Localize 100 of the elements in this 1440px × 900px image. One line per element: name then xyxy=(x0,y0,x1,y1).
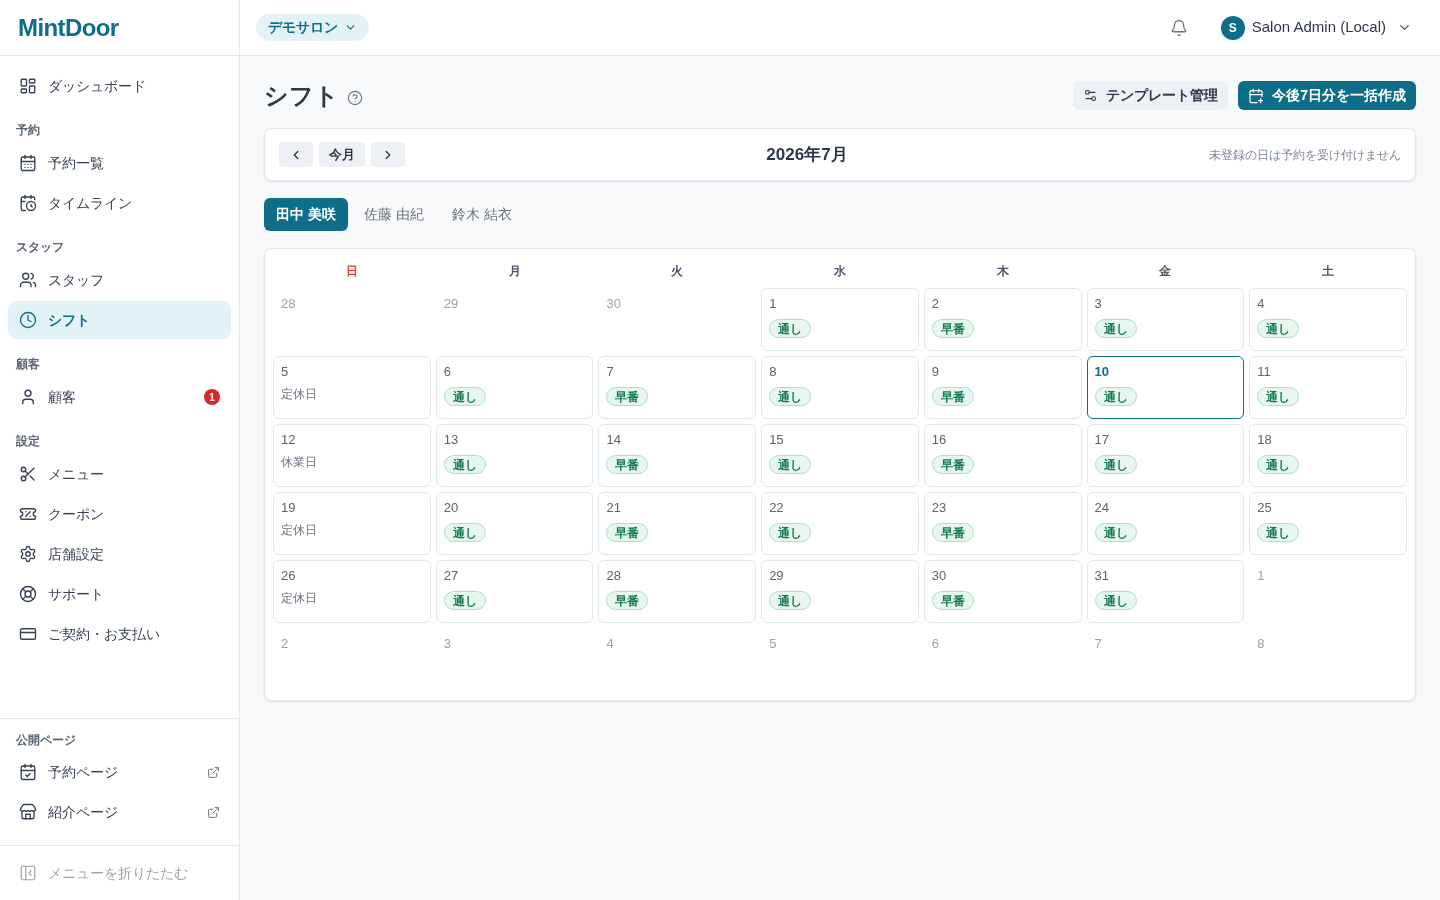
staff-tab[interactable]: 佐藤 由紀 xyxy=(351,198,436,231)
day-cell[interactable]: 7 早番 xyxy=(598,356,757,419)
day-cell[interactable]: 15 通し xyxy=(761,424,919,487)
month-title: 2026年7月 xyxy=(766,143,848,166)
day-number: 7 xyxy=(1094,636,1102,652)
day-cell[interactable]: 2 早番 xyxy=(923,288,1082,351)
day-cell[interactable]: 4 通し xyxy=(1249,288,1407,351)
day-cell[interactable]: 31 通し xyxy=(1086,560,1245,623)
nav-item[interactable]: シフト xyxy=(8,301,231,339)
panel-left-icon xyxy=(19,864,37,882)
shift-tag: 早番 xyxy=(931,319,974,338)
day-cell[interactable]: 1 通し xyxy=(761,288,919,351)
day-number: 28 xyxy=(281,296,296,312)
day-number: 29 xyxy=(769,568,784,584)
day-cell[interactable]: 19 定休日 xyxy=(273,492,431,555)
day-cell[interactable]: 18 通し xyxy=(1249,424,1407,487)
day-number: 1 xyxy=(1257,568,1265,584)
day-number: 4 xyxy=(1257,296,1265,312)
day-number: 14 xyxy=(606,432,621,448)
day-cell[interactable]: 25 通し xyxy=(1249,492,1407,555)
nav-item[interactable]: タイムライン xyxy=(8,184,231,222)
weekday-label: 日 xyxy=(344,263,359,280)
shift-tag: 通し xyxy=(1094,387,1137,406)
shift-tag: 通し xyxy=(443,387,486,406)
day-cell[interactable]: 10 通し xyxy=(1086,356,1245,419)
day-cell[interactable]: 13 通し xyxy=(435,424,594,487)
day-number: 24 xyxy=(1094,500,1110,516)
nav-item[interactable]: 予約一覧 xyxy=(8,144,231,182)
salon-selector[interactable]: デモサロン xyxy=(256,14,369,41)
day-cell[interactable]: 24 通し xyxy=(1086,492,1245,555)
nav-item[interactable]: ご契約・お支払い xyxy=(8,615,231,653)
day-cell[interactable]: 29 通し xyxy=(761,560,919,623)
nav-link[interactable]: 予約ページ xyxy=(8,753,231,791)
shift-tag: 通し xyxy=(1094,523,1137,542)
day-cell[interactable]: 22 通し xyxy=(761,492,919,555)
users-icon xyxy=(19,271,37,289)
nav-item[interactable]: スタッフ xyxy=(8,261,231,299)
shift-tag: 早番 xyxy=(931,591,974,610)
shift-tag: 早番 xyxy=(931,455,974,474)
help-icon[interactable] xyxy=(347,89,363,106)
day-cell[interactable]: 11 通し xyxy=(1249,356,1407,419)
day-number: 29 xyxy=(443,296,459,312)
staff-tab[interactable]: 田中 美咲 xyxy=(264,198,348,231)
bulk-create-button[interactable]: 今後7日分を一括作成 xyxy=(1238,81,1416,110)
shift-tag: 通し xyxy=(1257,455,1300,474)
nav-item[interactable]: 顧客 1 xyxy=(8,378,231,416)
day-cell[interactable]: 27 通し xyxy=(435,560,594,623)
day-number: 30 xyxy=(931,568,947,584)
day-cell[interactable]: 6 通し xyxy=(435,356,594,419)
app-logo[interactable]: MintDoor xyxy=(18,15,119,40)
day-cell[interactable]: 8 通し xyxy=(761,356,919,419)
nav-item[interactable]: クーポン xyxy=(8,495,231,533)
nav-item[interactable]: ダッシュボード xyxy=(8,67,231,105)
day-cell[interactable]: 28 早番 xyxy=(598,560,757,623)
nav-item[interactable]: サポート xyxy=(8,575,231,613)
shift-tag: 早番 xyxy=(931,387,974,406)
day-number: 23 xyxy=(931,500,947,516)
day-cell[interactable]: 16 早番 xyxy=(923,424,1082,487)
shift-tag: 通し xyxy=(1257,319,1300,338)
shift-tag: 早番 xyxy=(606,455,649,474)
day-cell[interactable]: 26 定休日 xyxy=(273,560,431,623)
section-heading: 公開ページ xyxy=(15,732,77,748)
weekday-label: 木 xyxy=(995,263,1010,280)
day-cell[interactable]: 20 通し xyxy=(435,492,594,555)
day-number: 7 xyxy=(606,364,614,380)
day-number: 2 xyxy=(281,636,289,652)
shift-tag: 通し xyxy=(1257,387,1300,406)
day-cell[interactable]: 9 早番 xyxy=(923,356,1082,419)
nav-link[interactable]: 紹介ページ xyxy=(8,793,231,831)
day-cell[interactable]: 14 早番 xyxy=(598,424,757,487)
nav-item[interactable]: 店舗設定 xyxy=(8,535,231,573)
weekday-label: 火 xyxy=(670,263,685,280)
day-cell[interactable]: 30 早番 xyxy=(923,560,1082,623)
day-cell[interactable]: 3 通し xyxy=(1086,288,1245,351)
day-number: 31 xyxy=(1094,568,1110,584)
day-number: 6 xyxy=(443,364,451,380)
shift-tag: 通し xyxy=(769,387,812,406)
scissors-icon xyxy=(19,465,37,483)
day-number: 3 xyxy=(1094,296,1102,312)
staff-tab[interactable]: 鈴木 結衣 xyxy=(439,198,524,231)
day-cell[interactable]: 21 早番 xyxy=(598,492,757,555)
day-cell[interactable]: 23 早番 xyxy=(923,492,1082,555)
shift-tag: 通し xyxy=(1094,591,1137,610)
day-number: 26 xyxy=(281,568,296,584)
section-heading: スタッフ xyxy=(15,239,65,255)
weekday-label: 土 xyxy=(1321,263,1336,280)
calendar-check-icon xyxy=(19,763,37,781)
shift-tag: 通し xyxy=(769,591,812,610)
weekday-label: 水 xyxy=(833,263,847,280)
current-month-button[interactable]: 今月 xyxy=(319,142,365,167)
day-cell[interactable]: 5 定休日 xyxy=(273,356,431,419)
nav-item[interactable]: メニュー xyxy=(8,455,231,493)
day-cell[interactable]: 17 通し xyxy=(1086,424,1245,487)
day-cell[interactable]: 12 休業日 xyxy=(273,424,431,487)
day-number: 27 xyxy=(443,568,459,584)
shift-tag: 通し xyxy=(769,319,812,338)
shift-tag: 通し xyxy=(443,455,486,474)
template-button[interactable]: テンプレート管理 xyxy=(1073,81,1229,110)
user-menu-button[interactable]: S Salon Admin (Local) xyxy=(1220,15,1412,40)
day-note: 定休日 xyxy=(281,386,317,402)
